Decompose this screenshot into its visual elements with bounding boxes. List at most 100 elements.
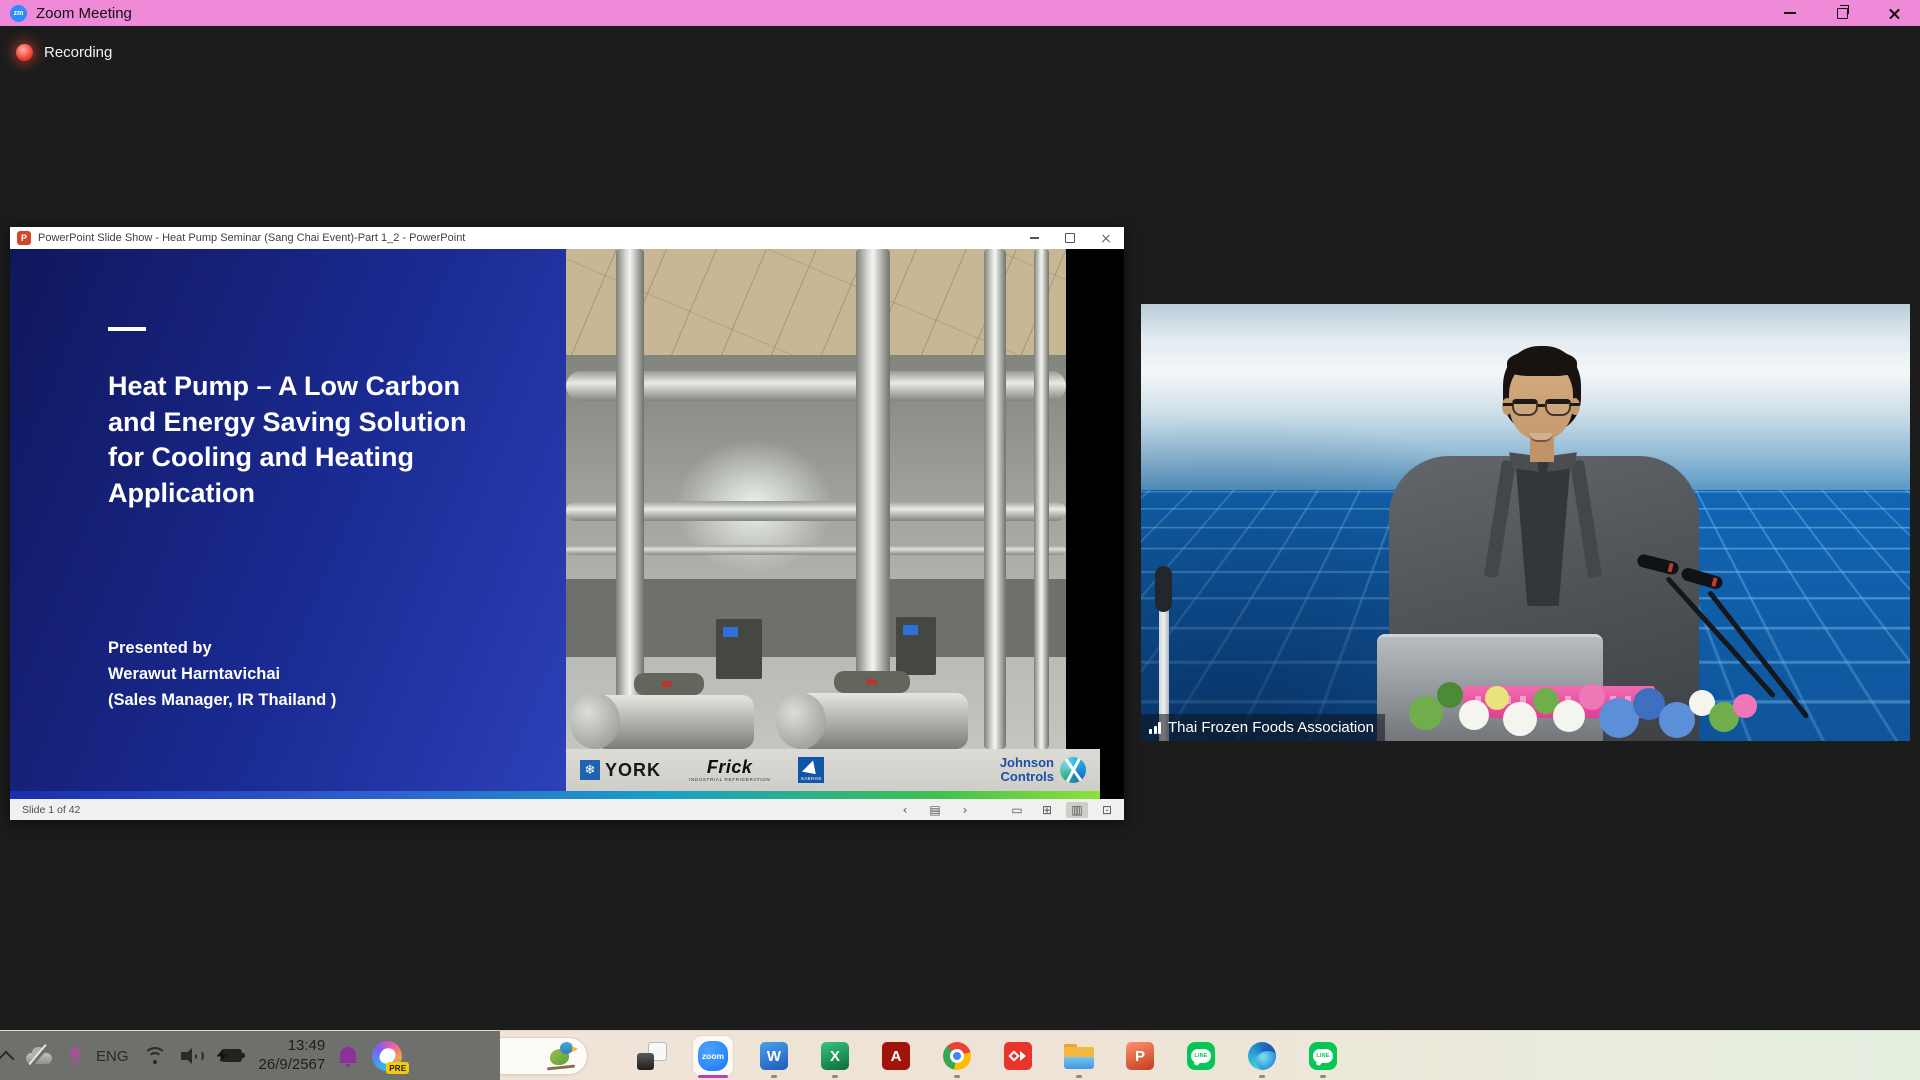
sabroe-wordmark: SABROE xyxy=(801,776,822,781)
acrobat-icon: A xyxy=(882,1042,910,1070)
ppt-close-button[interactable] xyxy=(1088,227,1124,249)
excel-taskbar-button[interactable]: X xyxy=(815,1036,855,1076)
windows-taskbar: 1 zoom W X xyxy=(0,1030,1920,1080)
slide-counter: Slide 1 of 42 xyxy=(22,804,80,816)
slide-photo-machine-room xyxy=(566,249,1066,791)
powerpoint-taskbar-button[interactable]: P xyxy=(1120,1036,1160,1076)
microphone-in-use-icon[interactable] xyxy=(68,1046,82,1067)
zoom-app-icon: zm xyxy=(10,5,27,22)
powerpoint-app-icon: P xyxy=(17,231,31,245)
edge-taskbar-button[interactable] xyxy=(1242,1036,1282,1076)
volume-icon[interactable] xyxy=(181,1048,203,1064)
brand-logo-strip: ❄ YORK Frick INDUSTRIAL REFRIGERATION SA… xyxy=(566,749,1100,791)
slide-sorter-button[interactable]: ⊞ xyxy=(1036,802,1058,818)
red-diamond-app-icon xyxy=(1004,1042,1032,1070)
running-indicator xyxy=(771,1075,777,1078)
clock[interactable]: 13:49 26/9/2567 xyxy=(259,1037,326,1075)
clock-time: 13:49 xyxy=(288,1037,326,1056)
glasses-bridge xyxy=(1538,404,1545,407)
york-wordmark: YORK xyxy=(605,760,661,781)
notification-bell-icon[interactable] xyxy=(339,1046,358,1067)
slideshow-button[interactable]: ⊡ xyxy=(1096,802,1118,818)
taskbar-app-icons: zoom W X A xyxy=(632,1034,1343,1078)
frick-logo: Frick INDUSTRIAL REFRIGERATION xyxy=(689,758,770,782)
line-taskbar-button[interactable]: LINE xyxy=(1181,1036,1221,1076)
line-icon: LINE xyxy=(1187,1042,1215,1070)
onedrive-paused-icon[interactable] xyxy=(26,1045,54,1067)
powerpoint-window: P PowerPoint Slide Show - Heat Pump Semi… xyxy=(10,227,1124,820)
restore-button[interactable] xyxy=(1816,0,1868,26)
york-snowflake-icon: ❄ xyxy=(580,760,600,780)
glasses-temple xyxy=(1503,403,1513,406)
presenter-name: Werawut Harntavichai xyxy=(108,661,336,687)
reading-view-button[interactable]: ▥ xyxy=(1066,802,1088,818)
copilot-pre-badge: PRE xyxy=(386,1062,409,1074)
zoom-taskbar-button[interactable]: zoom xyxy=(693,1036,733,1076)
presenter-block: Presented by Werawut Harntavichai (Sales… xyxy=(108,635,336,713)
copilot-button[interactable]: PRE xyxy=(372,1041,402,1071)
vertical-pipe xyxy=(1034,249,1049,749)
close-icon xyxy=(1101,233,1111,243)
battery-charging-icon[interactable] xyxy=(217,1049,245,1063)
participant-name: Thai Frozen Foods Association xyxy=(1168,719,1374,736)
johnson-controls-swirl-icon xyxy=(1060,757,1086,783)
minimize-icon xyxy=(1030,237,1039,239)
powerpoint-icon: P xyxy=(1126,1042,1154,1070)
language-indicator[interactable]: ENG xyxy=(96,1048,129,1065)
file-explorer-taskbar-button[interactable] xyxy=(1059,1036,1099,1076)
next-slide-button[interactable]: › xyxy=(954,802,976,818)
speaker-ear xyxy=(1570,398,1580,415)
line2-taskbar-button[interactable]: LINE xyxy=(1303,1036,1343,1076)
hidden-icons-chevron[interactable] xyxy=(0,1050,14,1067)
minimize-button[interactable] xyxy=(1764,0,1816,26)
slide-left-panel: Heat Pump – A Low Carbon and Energy Savi… xyxy=(10,249,566,791)
powerpoint-window-controls xyxy=(1016,227,1124,249)
previous-slide-button[interactable]: ‹ xyxy=(894,802,916,818)
running-indicator xyxy=(1076,1075,1082,1078)
word-icon: W xyxy=(760,1042,788,1070)
speaker-ear xyxy=(1502,398,1512,415)
running-indicator xyxy=(832,1075,838,1078)
clock-date: 26/9/2567 xyxy=(259,1056,326,1075)
running-indicator xyxy=(1259,1075,1265,1078)
edge-icon xyxy=(1248,1042,1276,1070)
close-button[interactable] xyxy=(1868,0,1920,26)
sabroe-bird-icon xyxy=(802,759,818,774)
restore-icon xyxy=(1065,233,1075,243)
presented-by-label: Presented by xyxy=(108,635,336,661)
chrome-icon xyxy=(943,1042,971,1070)
line-icon: LINE xyxy=(1309,1042,1337,1070)
status-bar-controls: ‹ ▤ › ▭ ⊞ ▥ ⊡ xyxy=(894,802,1118,818)
active-app-indicator xyxy=(698,1075,728,1078)
zoom-icon: zoom xyxy=(698,1041,728,1071)
frick-subtext: INDUSTRIAL REFRIGERATION xyxy=(689,778,770,783)
wifi-icon[interactable] xyxy=(143,1047,167,1065)
powerpoint-status-bar: Slide 1 of 42 ‹ ▤ › ▭ ⊞ ▥ ⊡ xyxy=(10,799,1124,820)
control-cabinet xyxy=(716,619,762,679)
slide-title-line: for Cooling and Heating xyxy=(108,440,548,476)
running-indicator xyxy=(1320,1075,1326,1078)
zoom-meeting-screen: zm Zoom Meeting Recording P PowerPoint S… xyxy=(0,0,1920,1080)
ppt-minimize-button[interactable] xyxy=(1016,227,1052,249)
sabroe-logo: SABROE xyxy=(798,757,824,783)
task-view-button[interactable] xyxy=(632,1036,672,1076)
word-taskbar-button[interactable]: W xyxy=(754,1036,794,1076)
slide-canvas[interactable]: Heat Pump – A Low Carbon and Energy Savi… xyxy=(10,249,1124,791)
running-indicator xyxy=(954,1075,960,1078)
recording-indicator[interactable]: Recording xyxy=(16,44,112,61)
zoom-icon-label: zm xyxy=(14,10,24,17)
slide-title-line: Application xyxy=(108,476,548,512)
ppt-restore-button[interactable] xyxy=(1052,227,1088,249)
annotation-menu-button[interactable]: ▤ xyxy=(924,802,946,818)
johnson-controls-logo: Johnson Controls xyxy=(1000,756,1086,784)
participant-name-tag: Thai Frozen Foods Association xyxy=(1141,714,1385,741)
acrobat-taskbar-button[interactable]: A xyxy=(876,1036,916,1076)
slide-right-black-bar xyxy=(1066,249,1124,791)
chrome-taskbar-button[interactable] xyxy=(937,1036,977,1076)
normal-view-button[interactable]: ▭ xyxy=(1006,802,1028,818)
speaker-video-tile[interactable]: Thai Frozen Foods Association xyxy=(1141,304,1910,741)
minimize-icon xyxy=(1784,12,1796,14)
search-highlight-bird-icon[interactable] xyxy=(547,1041,577,1071)
glasses-lens xyxy=(1512,399,1538,416)
quick-share-taskbar-button[interactable] xyxy=(998,1036,1038,1076)
